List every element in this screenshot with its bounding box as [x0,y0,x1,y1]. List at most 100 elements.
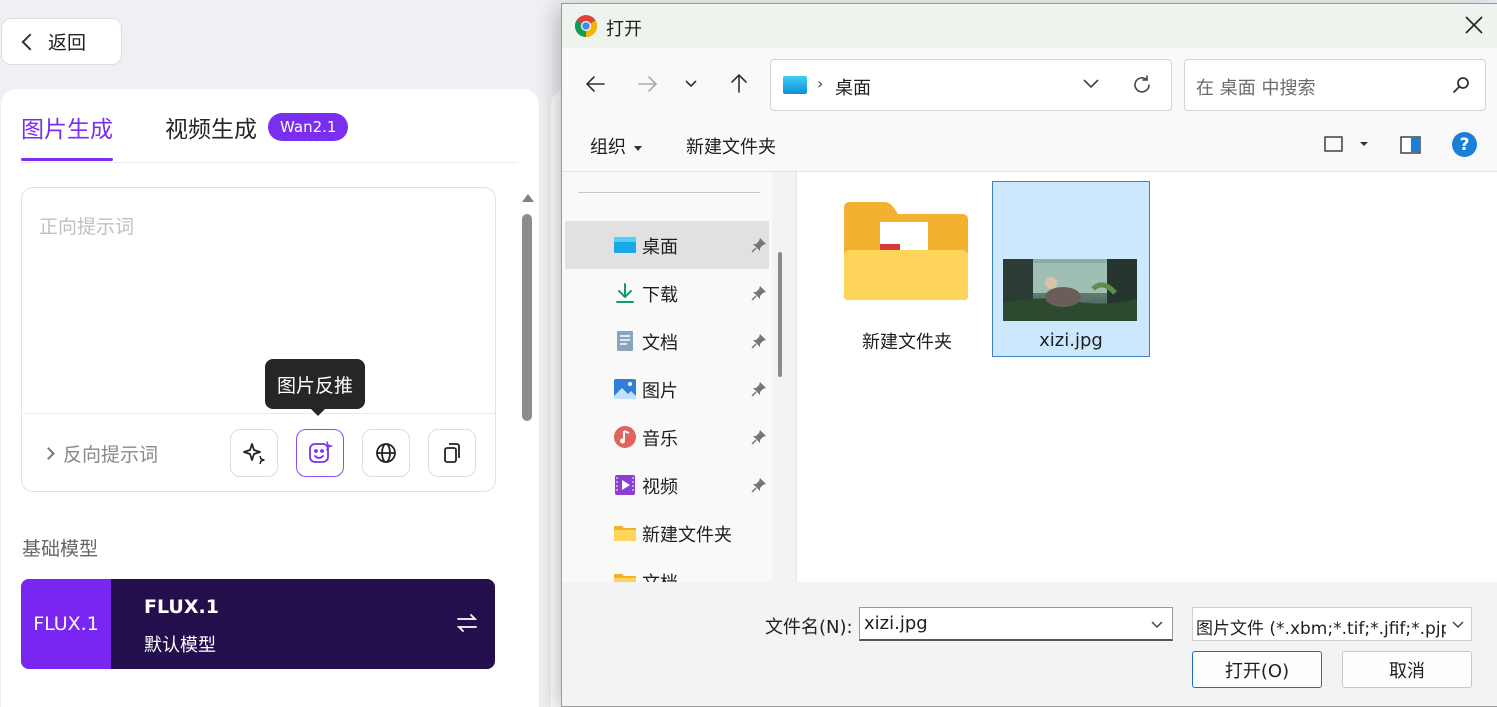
filename-input[interactable]: xizi.jpg [864,613,928,634]
dialog-navbar: › 桌面 在 桌面 中搜索 [562,48,1497,118]
positive-prompt-input[interactable]: 正向提示词 [39,212,134,239]
file-type-select[interactable]: 图片文件 (*.xbm;*.tif;*.jfif;*.pjp [1192,607,1472,641]
model-tag: FLUX.1 [21,579,111,669]
desktop-icon [613,233,637,257]
sidebar-item-desktop[interactable]: 桌面 [565,221,769,269]
image-thumbnail [1003,259,1137,321]
dialog-footer: 文件名(N): xizi.jpg 图片文件 (*.xbm;*.tif;*.jfi… [562,582,1497,706]
sidebar-item-label: 下载 [642,285,678,306]
organize-button[interactable]: 组织 [590,133,642,159]
back-button[interactable]: 返回 [1,18,122,65]
file-name: xizi.jpg [1039,330,1103,351]
chevron-down-icon[interactable] [1082,78,1100,90]
preview-pane-icon[interactable] [1400,135,1422,155]
pin-icon[interactable] [751,237,767,253]
sidebar-item-new-folder[interactable]: 新建文件夹 [565,509,769,557]
sidebar-item-music[interactable]: 音乐 [565,413,769,461]
pictures-icon [613,377,637,401]
mode-tabs: 图片生成 视频生成 Wan2.1 [21,89,518,163]
sidebar-item-pictures[interactable]: 图片 [565,365,769,413]
sidebar-item-videos[interactable]: 视频 [565,461,769,509]
search-icon[interactable] [1451,75,1471,95]
file-item-image[interactable]: xizi.jpg [992,181,1150,357]
file-name: 新建文件夹 [862,332,952,353]
file-item-folder[interactable]: 新建文件夹 [828,180,986,356]
address-bar[interactable]: › 桌面 [770,59,1172,111]
sidebar-item-label: 文档 [642,569,678,582]
prompt-divider [22,413,495,414]
sidebar-item-label: 视频 [642,477,678,498]
sidebar-item-documents[interactable]: 文档 [565,317,769,365]
pin-icon[interactable] [751,381,767,397]
magic-enhance-button[interactable] [230,429,278,477]
dialog-titlebar: 打开 [562,4,1497,48]
navigation-scrollbar[interactable] [778,252,782,377]
open-button[interactable]: 打开(O) [1192,651,1322,688]
video-icon [613,473,637,497]
refresh-icon[interactable] [1131,74,1153,96]
sidebar-item-label: 音乐 [642,429,678,450]
chevron-down-icon[interactable] [1451,620,1465,630]
cancel-button[interactable]: 取消 [1342,651,1472,688]
file-open-dialog: 打开 › 桌面 在 桌面 中搜索 组织 新建文件夹 ? 桌面 下载 文档 图片 … [561,3,1497,707]
copy-button[interactable] [428,429,476,477]
search-box[interactable]: 在 桌面 中搜索 [1184,59,1486,111]
chevron-down-icon[interactable] [1150,620,1164,630]
caret-down-icon [634,145,642,151]
sidebar-item-label: 新建文件夹 [642,525,732,546]
pin-icon[interactable] [751,333,767,349]
sparkle-icon [243,443,265,465]
navigation-pane: 桌面 下载 文档 图片 音乐 视频 新建文件夹 [562,172,772,582]
file-list: 新建文件夹 xizi.jpg [797,172,1497,582]
tab-image-generation[interactable]: 图片生成 [21,110,113,161]
negative-prompt-toggle[interactable]: 反向提示词 [42,440,159,467]
folder-icon [613,569,637,582]
new-folder-button[interactable]: 新建文件夹 [686,133,776,159]
desktop-icon [783,76,807,94]
download-icon [613,281,637,305]
filename-field[interactable]: xizi.jpg [859,607,1173,641]
sidebar-item-label: 图片 [642,381,678,402]
search-input[interactable]: 在 桌面 中搜索 [1196,74,1315,100]
prompt-box: 正向提示词 反向提示词 [21,187,496,492]
view-options-icon[interactable] [1324,135,1370,155]
pin-icon[interactable] [751,285,767,301]
close-icon[interactable] [1463,14,1485,36]
back-arrow-icon[interactable] [584,74,606,94]
globe-icon [376,443,396,463]
back-label: 返回 [48,32,87,54]
breadcrumb[interactable]: 桌面 [835,74,871,100]
up-arrow-icon[interactable] [729,72,749,94]
breadcrumb-separator: › [817,74,824,93]
help-icon[interactable]: ? [1452,132,1477,157]
swap-icon[interactable] [455,611,479,635]
sidebar-item-label: 桌面 [642,237,678,258]
command-bar: 组织 新建文件夹 ? [562,118,1497,172]
image-reverse-prompt-button[interactable] [296,429,344,477]
sidebar-item-downloads[interactable]: 下载 [565,269,769,317]
negative-prompt-label: 反向提示词 [63,444,159,466]
pin-icon[interactable] [751,429,767,445]
model-name: FLUX.1 [144,596,219,618]
file-type-value: 图片文件 (*.xbm;*.tif;*.jfif;*.pjp [1196,619,1446,639]
sidebar-item-docs-folder[interactable]: 文档 [565,557,769,582]
image-reverse-tooltip: 图片反推 [265,359,366,416]
chevron-right-icon [42,447,55,460]
copy-icon [444,443,460,463]
base-model-card[interactable]: FLUX.1 FLUX.1 默认模型 [21,579,495,669]
recent-dropdown-icon[interactable] [684,79,698,89]
model-subtitle: 默认模型 [144,635,216,656]
folder-icon [613,521,637,545]
translate-button[interactable] [362,429,410,477]
music-icon [613,425,637,449]
panel-scrollbar[interactable] [520,190,534,430]
chrome-icon [575,15,597,37]
dialog-title: 打开 [606,19,642,40]
forward-arrow-icon[interactable] [637,74,659,94]
tab-video-generation[interactable]: 视频生成 [165,110,257,144]
base-model-label: 基础模型 [22,538,99,560]
scroll-thumb[interactable] [522,214,532,421]
scroll-up-icon[interactable] [522,194,534,202]
pin-icon[interactable] [751,477,767,493]
sidebar-divider [578,192,760,193]
